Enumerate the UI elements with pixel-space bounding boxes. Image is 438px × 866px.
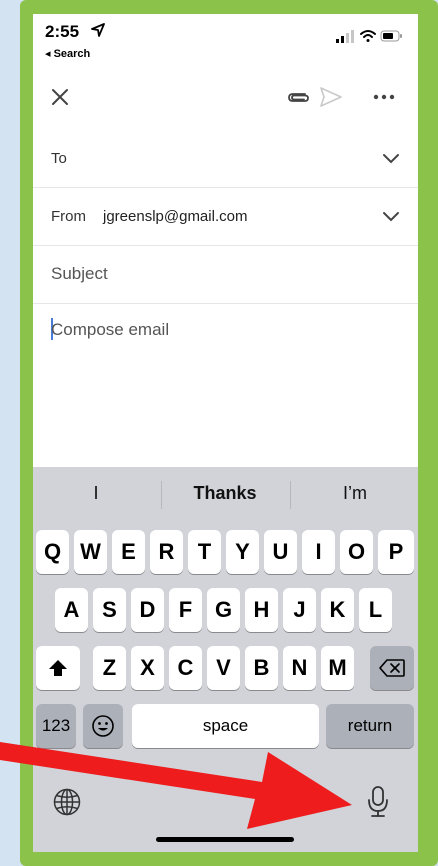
home-indicator	[156, 837, 294, 842]
chevron-down-icon[interactable]	[382, 210, 400, 222]
status-bar: 2:55 ◂ Search	[33, 14, 418, 62]
key-z[interactable]: Z	[93, 646, 126, 690]
key-m[interactable]: M	[321, 646, 354, 690]
subject-field[interactable]: Subject	[33, 246, 418, 304]
key-w[interactable]: W	[74, 530, 107, 574]
delete-key[interactable]	[370, 646, 414, 690]
close-icon[interactable]	[51, 88, 69, 106]
suggestion-3[interactable]: I’m	[300, 483, 410, 504]
to-field[interactable]: To	[33, 130, 418, 188]
key-o[interactable]: O	[340, 530, 373, 574]
suggestion-2[interactable]: Thanks	[170, 483, 280, 504]
compose-body-placeholder[interactable]: Compose email	[51, 320, 169, 340]
key-k[interactable]: K	[321, 588, 354, 632]
return-key[interactable]: return	[326, 704, 414, 748]
microphone-icon[interactable]	[366, 785, 390, 819]
backspace-icon	[379, 659, 405, 677]
key-j[interactable]: J	[283, 588, 316, 632]
wifi-icon	[360, 30, 376, 42]
emoji-key[interactable]	[83, 704, 123, 748]
key-c[interactable]: C	[169, 646, 202, 690]
key-d[interactable]: D	[131, 588, 164, 632]
suggestion-1[interactable]: I	[41, 483, 151, 504]
key-h[interactable]: H	[245, 588, 278, 632]
key-l[interactable]: L	[359, 588, 392, 632]
signal-icon	[336, 30, 354, 43]
compose-toolbar	[33, 74, 418, 120]
phone-screen: 2:55 ◂ Search To From jgreenslp@gmail.co…	[33, 14, 418, 852]
keyboard: I Thanks I’m Q W E R T Y U I O P A S D F…	[33, 467, 418, 852]
from-address: jgreenslp@gmail.com	[103, 208, 248, 225]
key-t[interactable]: T	[188, 530, 221, 574]
status-time: 2:55	[45, 22, 80, 41]
numbers-key[interactable]: 123	[36, 704, 76, 748]
key-n[interactable]: N	[283, 646, 316, 690]
system-status-icons	[336, 30, 402, 43]
suggestion-divider	[290, 481, 291, 509]
key-p[interactable]: P	[378, 530, 414, 574]
key-f[interactable]: F	[169, 588, 202, 632]
location-arrow-icon	[91, 23, 105, 37]
paperclip-icon[interactable]	[285, 88, 311, 106]
chevron-down-icon[interactable]	[382, 152, 400, 164]
suggestion-divider	[161, 481, 162, 509]
to-label: To	[51, 150, 67, 167]
key-e[interactable]: E	[112, 530, 145, 574]
battery-icon	[380, 30, 402, 42]
from-field[interactable]: From jgreenslp@gmail.com	[33, 188, 418, 246]
key-y[interactable]: Y	[226, 530, 259, 574]
from-label: From	[51, 208, 86, 225]
shift-icon	[49, 660, 67, 676]
key-x[interactable]: X	[131, 646, 164, 690]
key-v[interactable]: V	[207, 646, 240, 690]
space-key[interactable]: space	[132, 704, 319, 748]
emoji-icon	[92, 715, 114, 737]
subject-placeholder: Subject	[51, 264, 108, 283]
globe-icon[interactable]	[52, 787, 82, 817]
key-g[interactable]: G	[207, 588, 240, 632]
key-q[interactable]: Q	[36, 530, 69, 574]
key-a[interactable]: A	[55, 588, 88, 632]
shift-key[interactable]	[36, 646, 80, 690]
key-u[interactable]: U	[264, 530, 297, 574]
key-i[interactable]: I	[302, 530, 335, 574]
back-to-app-link[interactable]: ◂ Search	[45, 47, 90, 60]
more-icon[interactable]	[373, 94, 395, 100]
key-s[interactable]: S	[93, 588, 126, 632]
key-r[interactable]: R	[150, 530, 183, 574]
key-b[interactable]: B	[245, 646, 278, 690]
send-icon[interactable]	[319, 86, 343, 108]
